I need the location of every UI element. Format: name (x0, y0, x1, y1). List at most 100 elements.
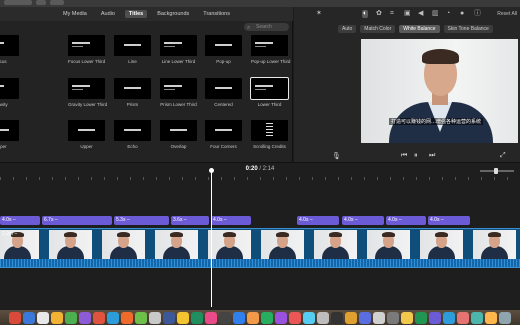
microphone-icon[interactable]: 🎙 (332, 152, 341, 160)
skin-tone-balance-button[interactable]: Skin Tone Balance (443, 25, 493, 33)
dock-app-icon[interactable] (163, 312, 175, 324)
color-correction-icon[interactable]: ✿ (376, 10, 382, 18)
noise-reduction-icon[interactable]: ▥ (432, 10, 439, 18)
dock-app-icon[interactable] (23, 312, 35, 324)
title-tile[interactable]: Scrolling Credits (251, 120, 288, 149)
dock-app-icon[interactable] (345, 312, 357, 324)
dock-app-icon[interactable] (331, 312, 343, 324)
title-tile[interactable]: Gravity Lower Third (68, 78, 107, 107)
title-tile[interactable]: Pop-up Lower Third (251, 35, 290, 64)
dock-app-icon[interactable] (261, 312, 273, 324)
fullscreen-icon[interactable]: ⤢ (500, 152, 506, 160)
dock-app-icon[interactable] (121, 312, 133, 324)
dock-app-icon[interactable] (317, 312, 329, 324)
speed-icon[interactable]: ◔ (446, 10, 450, 18)
zoom-slider[interactable] (480, 168, 514, 174)
dock-app-icon[interactable] (387, 312, 399, 324)
title-clip[interactable]: 4.0s – (211, 216, 251, 225)
title-tile[interactable]: Line Lower Third (160, 35, 197, 64)
crop-icon[interactable]: ⌗ (390, 10, 394, 18)
tab-backgrounds[interactable]: Backgrounds (153, 10, 193, 18)
color-balance-icon[interactable]: ◐ (362, 10, 369, 18)
dock-app-icon[interactable] (401, 312, 413, 324)
title-tile[interactable]: Prism (114, 78, 151, 107)
dock-app-icon[interactable] (373, 312, 385, 324)
skip-forward-icon[interactable]: ⏭ (429, 152, 435, 160)
playhead-handle[interactable] (209, 168, 214, 173)
magic-wand-icon[interactable]: ✶ (316, 10, 322, 18)
dock-app-icon[interactable] (37, 312, 49, 324)
title-label: Prism (126, 102, 139, 107)
title-clip[interactable]: 4.0s – (386, 216, 426, 225)
filter-icon[interactable]: ● (460, 10, 464, 18)
libraries-tab[interactable] (4, 0, 32, 5)
dock-app-icon[interactable] (457, 312, 469, 324)
title-clip[interactable]: 5.3s – (114, 216, 169, 225)
tab-transitions[interactable]: Transitions (199, 10, 234, 18)
pause-icon[interactable]: ⏸ (414, 152, 418, 160)
dock-app-icon[interactable] (177, 312, 189, 324)
title-clip[interactable]: 4.0s – (428, 216, 470, 225)
dock-app-icon[interactable] (9, 312, 21, 324)
title-tile[interactable]: Gravity (0, 78, 19, 107)
tab-titles[interactable]: Titles (124, 10, 148, 18)
title-clip[interactable]: 3.6s – (171, 216, 209, 225)
title-clip[interactable]: 4.0s – (342, 216, 384, 225)
title-tile[interactable]: Echo (114, 120, 151, 149)
info-icon[interactable]: ⓘ (474, 10, 481, 18)
dock-app-icon[interactable] (247, 312, 259, 324)
dock-app-icon[interactable] (359, 312, 371, 324)
video-clip-track[interactable]: 2.2m – (0, 228, 520, 268)
dock-app-icon[interactable] (233, 312, 245, 324)
title-tile[interactable]: Upper (68, 120, 105, 149)
reset-all-button[interactable]: Reset All (497, 11, 517, 17)
filmstrip-frame (49, 230, 92, 260)
title-tile[interactable]: Focus (0, 35, 19, 64)
video-preview[interactable]: 打造可以赚钱的网…增强各种运营的系统 (361, 39, 518, 143)
title-tile[interactable]: Pop-up (205, 35, 242, 64)
dock-app-icon[interactable] (65, 312, 77, 324)
stabilization-icon[interactable]: ▣ (404, 10, 411, 18)
dock-app-icon[interactable] (79, 312, 91, 324)
title-tile[interactable]: Four Corners (205, 120, 242, 149)
dock-app-icon[interactable] (219, 312, 231, 324)
title-clip[interactable]: 6.7s – (42, 216, 112, 225)
dock-app-icon[interactable] (303, 312, 315, 324)
dock-app-icon[interactable] (51, 312, 63, 324)
current-time: 0:20 (245, 166, 258, 172)
dock-app-icon[interactable] (205, 312, 217, 324)
dock-app-icon[interactable] (429, 312, 441, 324)
title-tile[interactable]: Lower Third (250, 77, 289, 107)
playhead[interactable] (209, 168, 214, 307)
tab-my-media[interactable]: My Media (59, 10, 91, 18)
match-color-button[interactable]: Match Color (360, 25, 396, 33)
title-tile[interactable]: Centered (205, 78, 242, 107)
dock-app-icon[interactable] (93, 312, 105, 324)
auto-button[interactable]: Auto (338, 25, 357, 33)
title-clip[interactable]: 4.0s – (297, 216, 339, 225)
dock-app-icon[interactable] (107, 312, 119, 324)
dock-app-icon[interactable] (415, 312, 427, 324)
dock-app-icon[interactable] (149, 312, 161, 324)
dock-app-icon[interactable] (191, 312, 203, 324)
title-tile[interactable]: Upper (0, 120, 19, 149)
dock-app-icon[interactable] (135, 312, 147, 324)
title-tile[interactable]: Focus Lower Third (68, 35, 105, 64)
title-tile[interactable]: Prism Lower Third (160, 78, 197, 107)
dock-app-icon[interactable] (485, 312, 497, 324)
title-tile[interactable]: Overlap (160, 120, 197, 149)
zoom-knob[interactable] (494, 168, 498, 174)
dock-app-icon[interactable] (275, 312, 287, 324)
dock-app-icon[interactable] (289, 312, 301, 324)
title-clip[interactable]: 4.0s – (0, 216, 40, 225)
tab-audio[interactable]: Audio (97, 10, 119, 18)
dock-app-icon[interactable] (499, 312, 511, 324)
title-tile[interactable]: Line (114, 35, 151, 64)
skip-back-icon[interactable]: ⏮ (401, 152, 407, 160)
white-balance-button[interactable]: White Balance (399, 25, 440, 33)
projects-tab[interactable] (50, 0, 64, 5)
dock-app-icon[interactable] (443, 312, 455, 324)
volume-icon[interactable]: ◀ (418, 10, 423, 18)
media-tab[interactable] (36, 0, 46, 5)
dock-app-icon[interactable] (471, 312, 483, 324)
